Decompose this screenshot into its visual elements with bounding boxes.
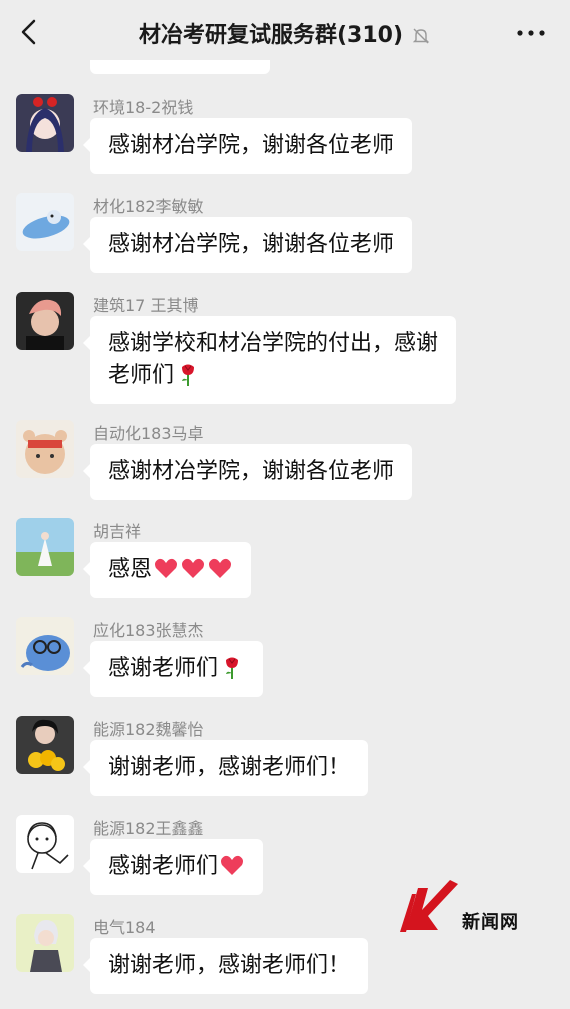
sender-name: 能源182魏馨怡 xyxy=(93,720,204,739)
bell-off-icon xyxy=(412,28,430,44)
chat-title: 材冶考研复试服务群(310) xyxy=(138,23,404,48)
message-text: 感谢学校和材冶学院的付出，感谢 xyxy=(108,331,439,356)
rose-icon xyxy=(182,364,195,386)
message-text: 感恩 xyxy=(108,557,153,582)
message-bubble[interactable]: 感谢材冶学院，谢谢各位老师 xyxy=(82,118,413,174)
heart-icon xyxy=(209,558,232,578)
avatar[interactable] xyxy=(16,914,74,972)
sender-name: 胡吉祥 xyxy=(93,522,142,541)
message-text: 感谢材冶学院，谢谢各位老师 xyxy=(108,232,395,257)
heart-icon xyxy=(182,558,205,578)
message-bubble[interactable]: 感谢老师们 xyxy=(82,839,264,895)
heart-icon xyxy=(155,558,178,578)
sender-name: 材化182李敏敏 xyxy=(93,197,204,216)
chat-header: 材冶考研复试服务群(310) xyxy=(0,0,570,64)
message-text: 老师们 xyxy=(108,363,175,388)
avatar[interactable] xyxy=(16,292,74,350)
message-text: 谢谢老师，感谢老师们！ xyxy=(108,953,351,978)
message-text: 感谢材冶学院，谢谢各位老师 xyxy=(108,459,395,484)
avatar[interactable] xyxy=(16,420,74,478)
avatar[interactable] xyxy=(16,716,74,774)
more-dots-icon[interactable] xyxy=(516,28,546,38)
message-bubble[interactable]: 感谢材冶学院，谢谢各位老师 xyxy=(82,217,413,273)
avatar[interactable] xyxy=(16,193,74,251)
avatar[interactable] xyxy=(16,94,74,152)
avatar[interactable] xyxy=(16,518,74,576)
sender-name: 应化183张慧杰 xyxy=(93,621,204,640)
watermark-text: 新闻网 xyxy=(462,912,519,933)
message-bubble[interactable]: 谢谢老师，感谢老师们！ xyxy=(82,740,369,796)
chat-title-wrap: 材冶考研复试服务群(310) xyxy=(0,17,570,49)
message-bubble[interactable]: 感恩 xyxy=(82,542,252,598)
sender-name: 建筑17 王其博 xyxy=(93,296,199,315)
message-text: 感谢老师们 xyxy=(108,656,219,681)
heart-icon xyxy=(221,855,244,875)
avatar[interactable] xyxy=(16,815,74,873)
previous-message-bubble xyxy=(90,60,270,74)
message-text: 谢谢老师，感谢老师们！ xyxy=(108,755,351,780)
sender-name: 自动化183马卓 xyxy=(93,424,204,443)
message-bubble[interactable]: 感谢材冶学院，谢谢各位老师 xyxy=(82,444,413,500)
message-text: 感谢老师们 xyxy=(108,854,219,879)
rose-icon xyxy=(226,657,239,679)
avatar[interactable] xyxy=(16,617,74,675)
message-bubble[interactable]: 感谢老师们 xyxy=(82,641,264,697)
message-text: 感谢材冶学院，谢谢各位老师 xyxy=(108,133,395,158)
sender-name: 环境18-2祝钱 xyxy=(93,98,194,117)
message-bubble[interactable]: 谢谢老师，感谢老师们！ xyxy=(82,938,369,994)
sender-name: 能源182王鑫鑫 xyxy=(93,819,204,838)
message-bubble[interactable]: 感谢学校和材冶学院的付出，感谢 老师们 xyxy=(82,316,457,404)
sender-name: 电气184 xyxy=(93,918,156,937)
